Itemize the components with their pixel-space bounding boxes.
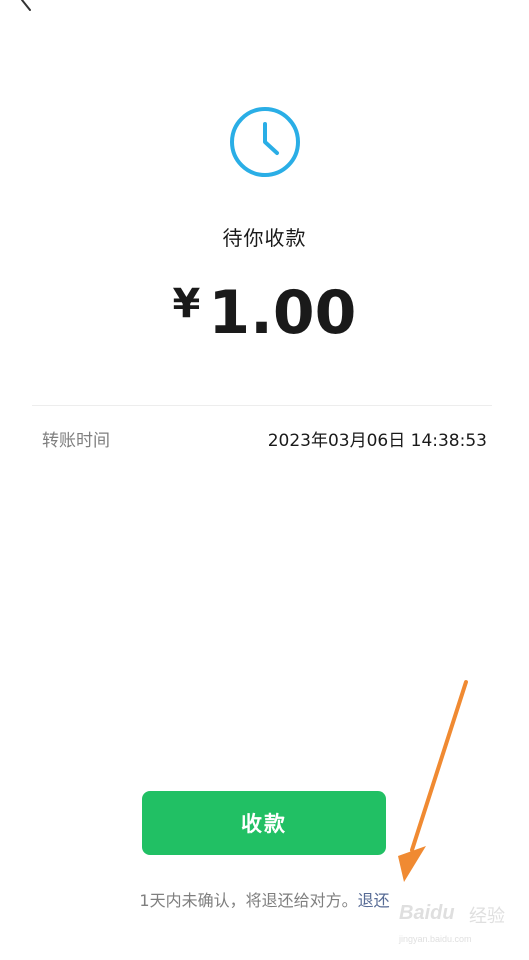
amount-display: ¥1.00 [0, 268, 529, 364]
watermark-url: jingyan.baidu.com [399, 934, 472, 944]
back-button[interactable] [10, 0, 40, 20]
transfer-time-value: 2023年03月06日 14:38:53 [267, 431, 487, 451]
collect-button[interactable]: 收款 [142, 791, 386, 855]
status-title: 待你收款 [222, 226, 307, 250]
transfer-time-label: 转账时间 [42, 431, 110, 451]
detail-row-transfer-time: 转账时间 2023年03月06日 14:38:53 [0, 424, 529, 451]
divider [32, 405, 492, 406]
chevron-left-icon [21, 0, 31, 11]
watermark-logo: Baidu [399, 902, 455, 924]
amount-value: 1.00 [208, 278, 357, 348]
watermark-text: 经验 [469, 906, 505, 926]
baidu-watermark: Baidu 经验 jingyan.baidu.com [399, 894, 509, 952]
refund-link[interactable]: 退还 [358, 891, 390, 910]
currency-symbol: ¥ [172, 281, 201, 327]
clock-icon [229, 106, 301, 178]
annotation-arrow-icon [398, 680, 468, 882]
footer-note-text: 1天内未确认，将退还给对方。 [139, 891, 358, 910]
